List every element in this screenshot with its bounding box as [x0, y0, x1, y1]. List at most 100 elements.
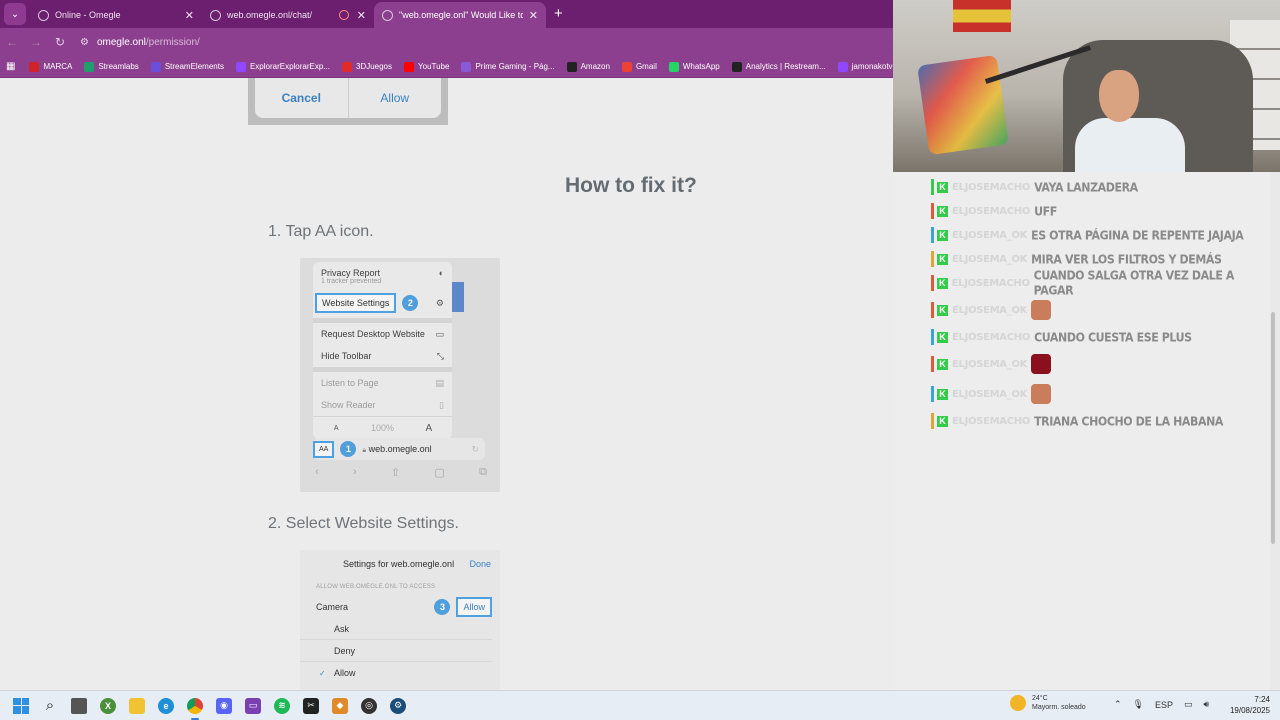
chat-message: K ELJOSEMACHO TRIANA CHOCHO DE LA HABANA: [931, 410, 1223, 432]
safari-bottom-bar: ‹ › ⇧ ▢ ⧉: [313, 466, 489, 479]
bookmark-item[interactable]: Gmail: [621, 61, 657, 72]
chat-username: ELJOSEMACHO: [952, 205, 1031, 217]
safari-address-bar: AA 1 🔒︎ web.omegle.onl ↻: [313, 438, 485, 460]
search-icon[interactable]: ⌕: [38, 694, 62, 718]
twitch-icon: [235, 61, 246, 72]
chat-username: ELJOSEMACHO: [951, 277, 1030, 289]
speech-icon: ▤: [435, 377, 444, 388]
share-icon: ⇧: [390, 467, 401, 479]
bookmark-item[interactable]: StreamElements: [150, 61, 224, 72]
chat-app-icon[interactable]: ▭: [241, 694, 265, 718]
microphone-icon[interactable]: 🎙︎: [1133, 699, 1144, 710]
bookmark-item[interactable]: Streamlabs: [84, 61, 139, 72]
bookmark-item[interactable]: 3DJuegos: [341, 61, 392, 72]
option-ask: Ask: [300, 618, 492, 640]
start-button[interactable]: [9, 694, 33, 718]
bookmark-label: Amazon: [580, 62, 610, 71]
chat-text: ES OTRA PÁGINA DE REPENTE JAJAJA: [1031, 227, 1244, 243]
address-bar[interactable]: ⚙ omegle.onl/permission/: [80, 31, 893, 53]
chat-text: MIRA VER LOS FILTROS Y DEMÁS: [1031, 251, 1222, 267]
forward-icon: ›: [352, 466, 357, 478]
language-indicator[interactable]: ESP: [1155, 700, 1173, 710]
network-icon[interactable]: ▭: [1184, 699, 1193, 710]
task-view-icon[interactable]: [67, 694, 91, 718]
settings-done: Done: [469, 559, 491, 569]
tab-strip: ⌄ Online - Omegle ✕ web.omegle.onl/chat/…: [0, 0, 893, 28]
safari-url-text: 🔒︎ web.omegle.onl: [362, 444, 471, 455]
volume-icon[interactable]: 🔊︎: [1204, 699, 1210, 710]
xbox-icon[interactable]: X: [96, 694, 120, 718]
kick-badge-icon: K: [937, 205, 948, 217]
chat-message: K ELJOSEMA_OK: [931, 353, 1052, 375]
edge-icon[interactable]: e: [154, 694, 178, 718]
tab-omegle-online[interactable]: Online - Omegle ✕: [30, 2, 202, 28]
dialog-allow-button: Allow: [380, 91, 410, 105]
menu-item-show-reader: Show Reader ▯: [313, 394, 452, 416]
new-tab-button[interactable]: +: [554, 5, 563, 22]
youtube-icon: [404, 61, 415, 72]
chat-text: CUANDO SALGA OTRA VEZ DALE A PAGAR: [1033, 268, 1235, 298]
safari-page-menu: Privacy Report ◐ 1 tracker prevented Web…: [313, 262, 452, 439]
bookmark-label: Streamlabs: [98, 62, 139, 71]
weather-widget[interactable]: 24°C Mayorm. soleado: [1010, 694, 1086, 712]
bookmark-item[interactable]: ExplorarExplorarExp...: [235, 61, 330, 72]
globe-icon: [382, 9, 393, 21]
reload-icon[interactable]: ↻: [48, 35, 72, 49]
bookmark-label: ExplorarExplorarExp...: [249, 62, 330, 71]
menu-item-label: Request Desktop Website: [321, 329, 425, 339]
bookmark-item[interactable]: WhatsApp: [668, 61, 720, 72]
streamlabs-icon: [84, 61, 95, 72]
close-tab-icon[interactable]: ✕: [529, 9, 538, 22]
chat-username: ELJOSEMA_OK: [952, 388, 1028, 400]
tab-permission[interactable]: "web.omegle.onl" Would Like to ✕: [374, 2, 546, 28]
bookmark-item[interactable]: Prime Gaming - Pág...: [461, 61, 555, 72]
lock-icon: 🔒︎: [362, 446, 367, 454]
page-title: How to fix it?: [565, 174, 697, 197]
chat-scrollbar[interactable]: [1271, 312, 1275, 544]
bookmarks-icon: ▢: [434, 467, 445, 479]
bookmark-item[interactable]: Analytics | Restream...: [731, 61, 826, 72]
windows-icon: [13, 697, 29, 714]
option-allow-label: Allow: [334, 668, 356, 678]
marca-icon: [29, 61, 40, 72]
menu-item-label: Show Reader: [321, 400, 376, 410]
amazon-icon: [566, 61, 577, 72]
colorful-blanket: [917, 54, 1009, 156]
chevron-up-icon[interactable]: ⌃: [1114, 699, 1122, 710]
back-arrow-icon[interactable]: ←: [0, 35, 24, 49]
chat-message: K ELJOSEMACHO CUANDO SALGA OTRA VEZ DALE A…: [931, 268, 1270, 298]
bookmark-item[interactable]: Amazon: [566, 61, 610, 72]
resize-arrows-icon: ⤡: [436, 350, 444, 361]
steam-icon[interactable]: ⚙: [386, 694, 410, 718]
browser-toolbar: ← → ↻ ⚙ omegle.onl/permission/: [0, 28, 893, 56]
windows-taskbar: ⌕ X e ◉ ▭ ≋ ✂ ◆ ◎ ⚙ 24°C Mayorm. soleado…: [0, 690, 1280, 720]
obs-icon[interactable]: ◎: [357, 694, 381, 718]
kick-badge-icon: K: [937, 358, 948, 370]
tab-search-button[interactable]: ⌄: [4, 3, 26, 25]
step-badge-3: 3: [434, 599, 451, 615]
reload-icon: ↻: [471, 443, 479, 454]
file-explorer-icon[interactable]: [125, 694, 149, 718]
chat-color-bar: [931, 251, 934, 267]
web-page: Cancel Allow How to fix it? 1. Tap AA ic…: [0, 78, 893, 690]
chrome-icon[interactable]: [183, 694, 207, 720]
close-tab-icon[interactable]: ✕: [185, 9, 194, 22]
whatsapp-icon: [668, 61, 679, 72]
menu-item-listen-to-page: Listen to Page ▤: [313, 372, 452, 394]
bookmark-item[interactable]: YouTube: [404, 61, 449, 72]
clock[interactable]: 7:24 19/08/2025: [1230, 694, 1270, 716]
apps-grid-icon[interactable]: ▦: [6, 61, 15, 72]
tab-omegle-chat[interactable]: web.omegle.onl/chat/ ✕: [202, 2, 374, 28]
discord-icon[interactable]: ◉: [212, 694, 236, 718]
bookmark-item[interactable]: MARCA: [29, 61, 72, 72]
spotify-icon[interactable]: ≋: [270, 694, 294, 718]
step-2-text: 2. Select Website Settings.: [268, 515, 459, 532]
forward-arrow-icon[interactable]: →: [24, 35, 48, 49]
time: 7:24: [1254, 695, 1270, 704]
shield-app-icon[interactable]: ◆: [328, 694, 352, 718]
restream-icon: [731, 61, 742, 72]
close-tab-icon[interactable]: ✕: [357, 9, 366, 22]
camera-label: Camera: [316, 602, 349, 612]
capcut-icon[interactable]: ✂: [299, 694, 323, 718]
site-info-icon[interactable]: ⚙: [80, 37, 89, 48]
